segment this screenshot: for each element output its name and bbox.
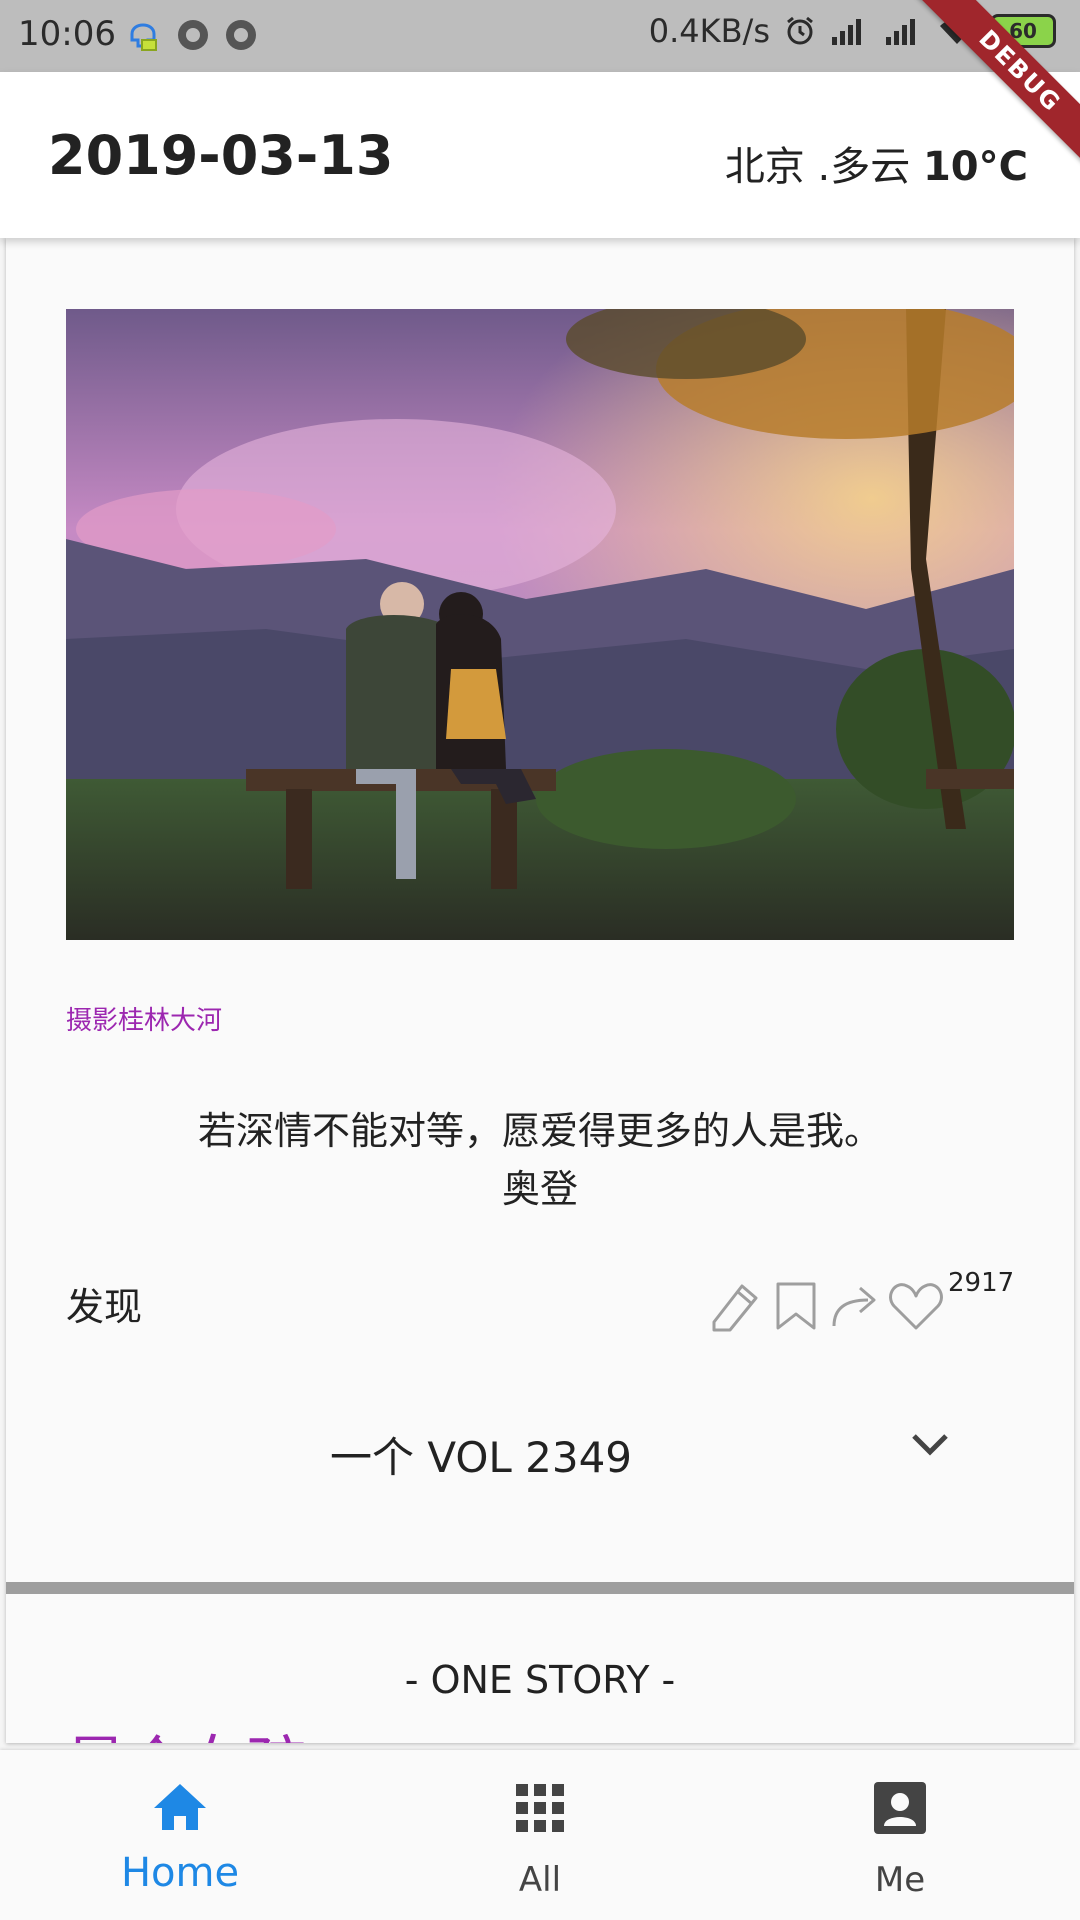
assistant-icon — [130, 23, 157, 51]
chevron-down-icon[interactable] — [910, 1432, 950, 1458]
status-bar: 10:06 0.4KB/s 60 — [0, 0, 1080, 72]
app-bar: 2019-03-13 北京 .多云 10°C — [0, 72, 1080, 238]
volume-label: 一个 VOL 2349 — [329, 1433, 633, 1482]
apps-grid-icon — [516, 1784, 564, 1832]
network-speed: 0.4KB/s — [648, 12, 770, 50]
story-section-header: - ONE STORY - — [404, 1658, 676, 1702]
quote-text: 若深情不能对等，愿爱得更多的人是我。 — [197, 1109, 882, 1153]
edit-icon[interactable] — [706, 1276, 766, 1336]
nav-item-me[interactable]: Me — [720, 1750, 1080, 1920]
cover-photo[interactable] — [66, 309, 1014, 940]
page-title-date: 2019-03-13 — [48, 124, 394, 187]
quote-author: 奥登 — [501, 1167, 578, 1211]
signal-icon — [832, 19, 861, 45]
discover-label[interactable]: 发现 — [66, 1276, 142, 1331]
status-time: 10:06 — [18, 14, 116, 54]
home-icon — [154, 1784, 206, 1830]
like-count: 2917 — [948, 1268, 1015, 1298]
nav-label-home: Home — [120, 1850, 240, 1896]
daily-card: 摄影桂林大河 若深情不能对等，愿爱得更多的人是我。 奥登 发现 2917 一个 … — [6, 238, 1074, 1743]
notification-dot-icon — [178, 20, 208, 50]
weather-city: 北京 .多云 — [724, 144, 911, 190]
weather-temperature: 10°C — [922, 144, 1028, 190]
heart-icon[interactable] — [886, 1276, 946, 1336]
weather-info: 北京 .多云 10°C — [725, 134, 1028, 192]
status-left-icons — [126, 16, 256, 54]
alarm-icon — [787, 16, 813, 45]
story-title[interactable]: 是个女孩 — [66, 1716, 306, 1743]
nav-item-all[interactable]: All — [360, 1750, 720, 1920]
photo-credit: 摄影桂林大河 — [66, 1006, 223, 1036]
bookmark-icon[interactable] — [766, 1276, 826, 1336]
notification-dot-icon — [226, 20, 256, 50]
daily-quote: 若深情不能对等，愿爱得更多的人是我。 奥登 — [6, 1102, 1074, 1218]
share-icon[interactable] — [826, 1276, 886, 1336]
action-bar: 2917 — [706, 1268, 1014, 1336]
section-divider — [6, 1582, 1074, 1594]
nav-label-all: All — [518, 1860, 562, 1900]
nav-label-me: Me — [874, 1860, 926, 1900]
bottom-navigation: Home All Me — [0, 1750, 1080, 1920]
account-box-icon — [874, 1782, 926, 1834]
nav-item-home[interactable]: Home — [0, 1750, 360, 1920]
signal-icon — [886, 19, 915, 45]
